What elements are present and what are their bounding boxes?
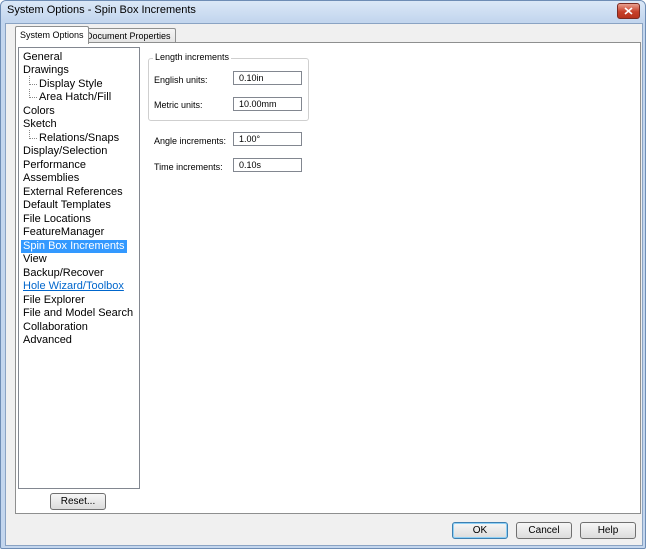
tree-item-featuremanager[interactable]: FeatureManager xyxy=(21,226,106,239)
tree-item-relations-snaps[interactable]: Relations/Snaps xyxy=(27,130,121,145)
tree-item-label: File and Model Search xyxy=(23,307,134,319)
options-tree[interactable]: General Drawings Display Style Area Hatc… xyxy=(18,47,140,489)
tree-item-label: External References xyxy=(23,186,123,198)
tree-item-performance[interactable]: Performance xyxy=(21,159,88,172)
dialog-client-area: System Options Document Properties Gener… xyxy=(5,23,643,546)
tree-item-display-style[interactable]: Display Style xyxy=(27,76,105,91)
length-increments-group: Length increments English units: 0.10in … xyxy=(148,52,309,121)
title-bar[interactable]: System Options - Spin Box Increments xyxy=(1,1,645,21)
close-icon xyxy=(624,7,633,15)
options-panel: General Drawings Display Style Area Hatc… xyxy=(15,42,641,514)
metric-units-label: Metric units: xyxy=(154,100,203,110)
tree-item-advanced[interactable]: Advanced xyxy=(21,334,74,347)
length-increments-label: Length increments xyxy=(153,52,232,62)
tree-item-label: Performance xyxy=(23,159,86,171)
tree-item-general[interactable]: General xyxy=(21,51,64,64)
tree-connector xyxy=(29,76,37,85)
tree-item-label: Drawings xyxy=(23,64,69,76)
tree-item-label: Spin Box Increments xyxy=(23,240,125,252)
angle-increments-input[interactable]: 1.00° xyxy=(233,132,302,146)
tree-item-spin-box-increments[interactable]: Spin Box Increments xyxy=(21,240,127,253)
tree-item-label: Colors xyxy=(23,105,55,117)
tree-item-colors[interactable]: Colors xyxy=(21,105,57,118)
tree-item-label: Backup/Recover xyxy=(23,267,104,279)
tree-item-label: Sketch xyxy=(23,118,57,130)
time-increments-input[interactable]: 0.10s xyxy=(233,158,302,172)
tree-item-label: View xyxy=(23,253,47,265)
tree-item-assemblies[interactable]: Assemblies xyxy=(21,172,81,185)
tree-item-backup-recover[interactable]: Backup/Recover xyxy=(21,267,106,280)
tree-item-label: General xyxy=(23,51,63,63)
tree-item-label: Area Hatch/Fill xyxy=(39,91,112,103)
window-title: System Options - Spin Box Increments xyxy=(7,4,196,16)
tree-item-label: Advanced xyxy=(23,334,72,346)
tree-item-label: File Locations xyxy=(23,213,91,225)
tree-connector xyxy=(29,89,37,98)
tree-item-view[interactable]: View xyxy=(21,253,49,266)
tree-connector xyxy=(29,130,37,139)
english-units-input[interactable]: 0.10in xyxy=(233,71,302,85)
time-increments-label: Time increments: xyxy=(154,162,223,172)
tree-item-display-selection[interactable]: Display/Selection xyxy=(21,145,109,158)
tree-item-external-references[interactable]: External References xyxy=(21,186,125,199)
english-units-label: English units: xyxy=(154,75,208,85)
tree-item-area-hatch-fill[interactable]: Area Hatch/Fill xyxy=(27,89,113,104)
metric-units-input[interactable]: 10.00mm xyxy=(233,97,302,111)
tree-item-label: Display/Selection xyxy=(23,145,108,157)
tree-item-sketch[interactable]: Sketch xyxy=(21,118,59,131)
tree-item-label: Display Style xyxy=(39,78,103,90)
cancel-button[interactable]: Cancel xyxy=(516,522,572,539)
tree-item-default-templates[interactable]: Default Templates xyxy=(21,199,113,212)
tree-item-file-and-model-search[interactable]: File and Model Search xyxy=(21,307,135,320)
tree-item-label: Relations/Snaps xyxy=(39,132,120,144)
angle-increments-label: Angle increments: xyxy=(154,136,227,146)
tree-item-label: Hole Wizard/Toolbox xyxy=(23,280,124,292)
tree-item-collaboration[interactable]: Collaboration xyxy=(21,321,90,334)
help-button[interactable]: Help xyxy=(580,522,636,539)
tree-item-label: Collaboration xyxy=(23,321,88,333)
tree-item-label: Default Templates xyxy=(23,199,111,211)
tab-system-options[interactable]: System Options xyxy=(15,26,89,44)
tree-item-hole-wizard-toolbox[interactable]: Hole Wizard/Toolbox xyxy=(21,280,126,293)
system-options-dialog: System Options - Spin Box Increments Sys… xyxy=(0,0,646,549)
tree-item-file-explorer[interactable]: File Explorer xyxy=(21,294,87,307)
tree-item-label: Assemblies xyxy=(23,172,80,184)
ok-button[interactable]: OK xyxy=(452,522,508,539)
close-button[interactable] xyxy=(617,3,640,19)
tree-item-label: File Explorer xyxy=(23,294,85,306)
tree-item-label: FeatureManager xyxy=(23,226,105,238)
reset-button[interactable]: Reset... xyxy=(50,493,106,510)
tree-item-file-locations[interactable]: File Locations xyxy=(21,213,93,226)
